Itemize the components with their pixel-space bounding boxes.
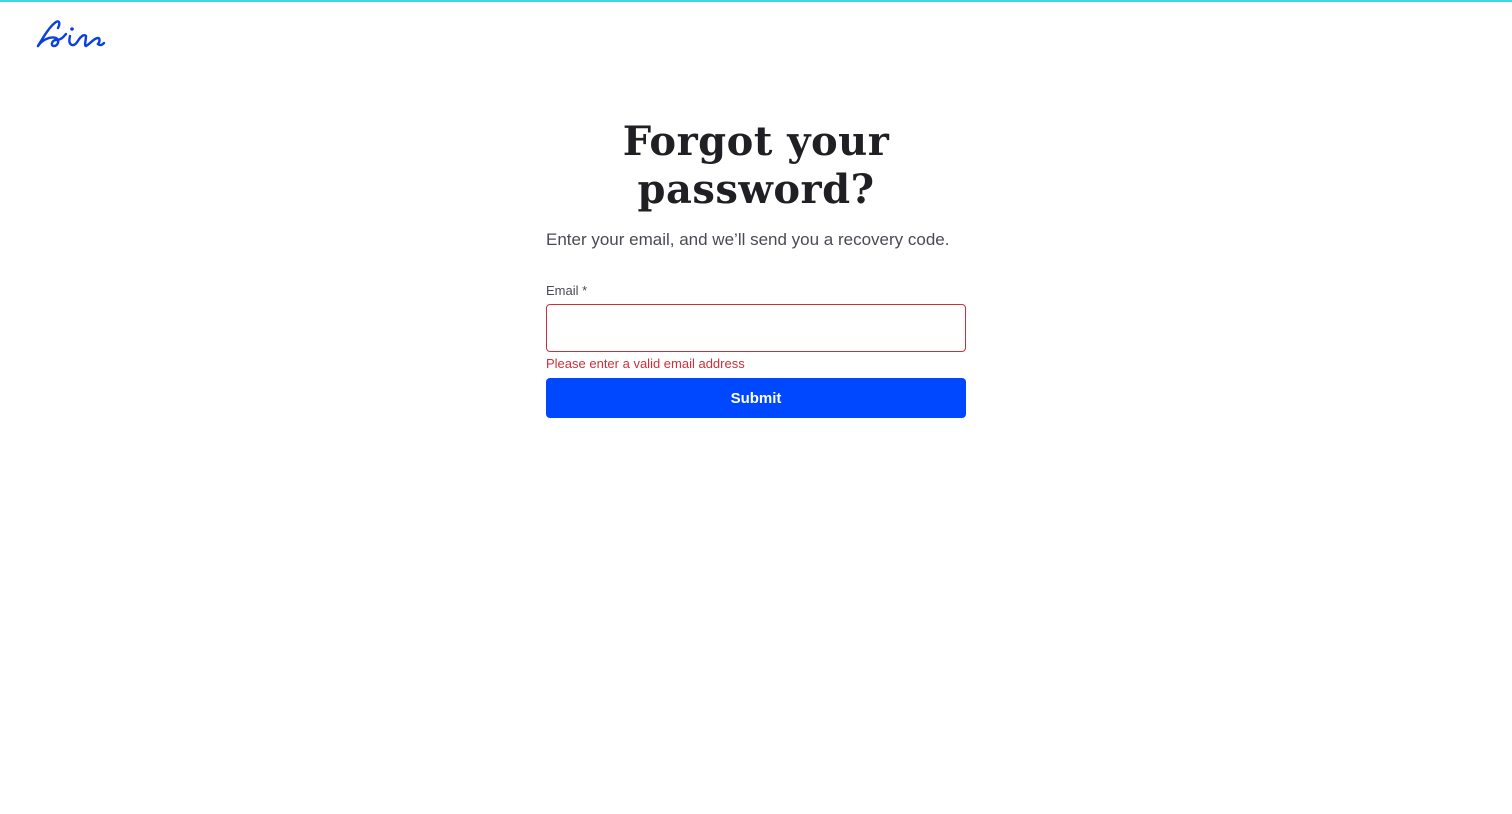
page-title: Forgot your password? [622, 118, 890, 213]
email-label: Email * [546, 283, 588, 298]
top-accent-bar [0, 0, 1512, 2]
email-input[interactable] [546, 304, 966, 352]
email-error-message: Please enter a valid email address [546, 356, 745, 371]
forgot-password-card: Forgot your password? Enter your email, … [546, 118, 966, 418]
page-subtitle: Enter your email, and we’ll send you a r… [546, 230, 950, 249]
air-logo-icon[interactable] [36, 18, 106, 50]
submit-button[interactable]: Submit [546, 378, 966, 418]
